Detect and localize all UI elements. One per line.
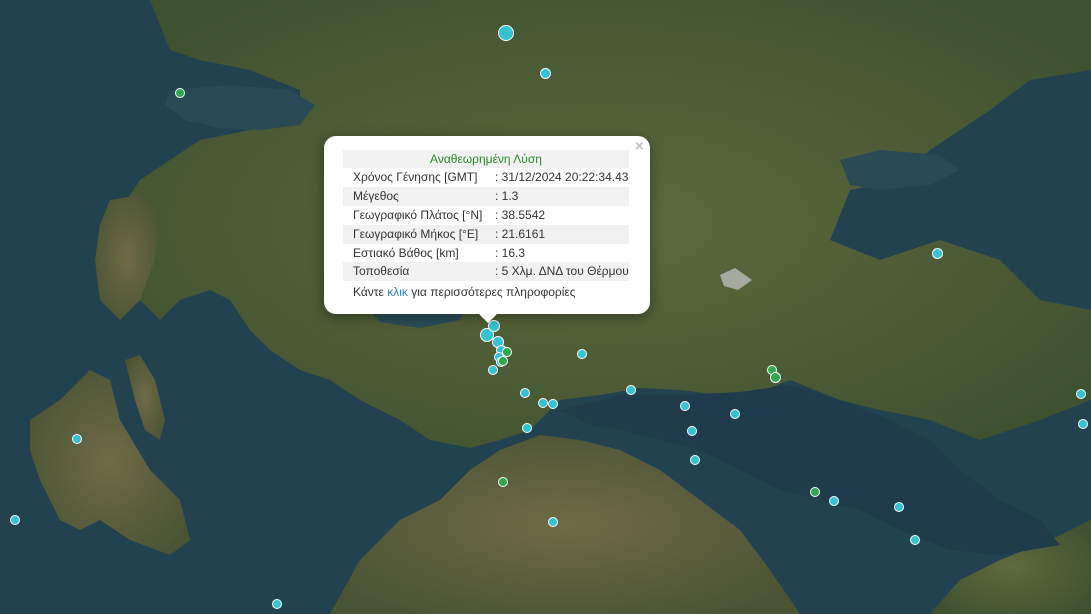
more-info-suffix: για περισσότερες πληροφορίες [411,285,576,299]
popup-pointer [478,313,498,323]
earthquake-marker[interactable] [770,372,781,383]
earthquake-marker[interactable] [10,515,20,525]
earthquake-info-popup: × Αναθεωρημένη Λύση Χρόνος Γένησης [GMT]… [324,136,650,314]
info-row-location: Τοποθεσία : 5 Χλμ. ΔΝΔ του Θέρμου [343,262,629,281]
close-icon[interactable]: × [635,139,644,155]
row-label: Γεωγραφικό Μήκος [°E] [353,227,479,241]
earthquake-marker[interactable] [175,88,185,98]
earthquake-marker[interactable] [272,599,282,609]
row-value: : 16.3 [495,246,526,260]
info-row-magnitude: Μέγεθος : 1.3 [343,187,629,206]
info-row-origin-time: Χρόνος Γένησης [GMT] : 31/12/2024 20:22:… [343,168,629,187]
row-value: : 5 Χλμ. ΔΝΔ του Θέρμου [495,264,629,278]
earthquake-marker[interactable] [829,496,839,506]
row-value: : 31/12/2024 20:22:34.43 [495,170,629,184]
row-value: : 21.6161 [495,227,546,241]
row-value: : 1.3 [495,189,519,203]
more-info-prefix: Κάντε [353,285,384,299]
earthquake-marker[interactable] [894,502,904,512]
earthquake-marker[interactable] [548,517,558,527]
earthquake-marker[interactable] [687,426,697,436]
earthquake-marker[interactable] [538,398,548,408]
row-label: Γεωγραφικό Πλάτος [°N] [353,208,483,222]
earthquake-marker[interactable] [548,399,558,409]
info-row-depth: Εστιακό Βάθος [km] : 16.3 [343,244,629,263]
row-value: : 38.5542 [495,208,546,222]
more-info-link[interactable]: κλικ [387,285,408,299]
earthquake-marker[interactable] [498,477,508,487]
popup-title: Αναθεωρημένη Λύση [343,150,629,168]
info-row-latitude: Γεωγραφικό Πλάτος [°N] : 38.5542 [343,206,629,225]
earthquake-marker[interactable] [626,385,636,395]
earthquake-marker[interactable] [932,248,943,259]
earthquake-marker[interactable] [498,356,508,366]
earthquake-marker[interactable] [1078,419,1088,429]
earthquake-marker[interactable] [730,409,740,419]
row-label: Χρόνος Γένησης [GMT] [353,170,478,184]
row-label: Μέγεθος [353,189,399,203]
earthquake-marker[interactable] [680,401,690,411]
info-row-longitude: Γεωγραφικό Μήκος [°E] : 21.6161 [343,225,629,244]
earthquake-marker[interactable] [690,455,700,465]
earthquake-marker[interactable] [910,535,920,545]
earthquake-marker[interactable] [810,487,820,497]
earthquake-marker[interactable] [72,434,82,444]
row-label: Εστιακό Βάθος [km] [353,246,459,260]
earthquake-marker[interactable] [577,349,587,359]
earthquake-marker[interactable] [498,25,514,41]
earthquake-marker[interactable] [488,365,498,375]
more-info-line: Κάντε κλικ για περισσότερες πληροφορίες [353,284,576,300]
earthquake-marker[interactable] [1076,389,1086,399]
earthquake-marker[interactable] [540,68,551,79]
earthquake-marker[interactable] [520,388,530,398]
row-label: Τοποθεσία [353,264,410,278]
earthquake-marker[interactable] [522,423,532,433]
